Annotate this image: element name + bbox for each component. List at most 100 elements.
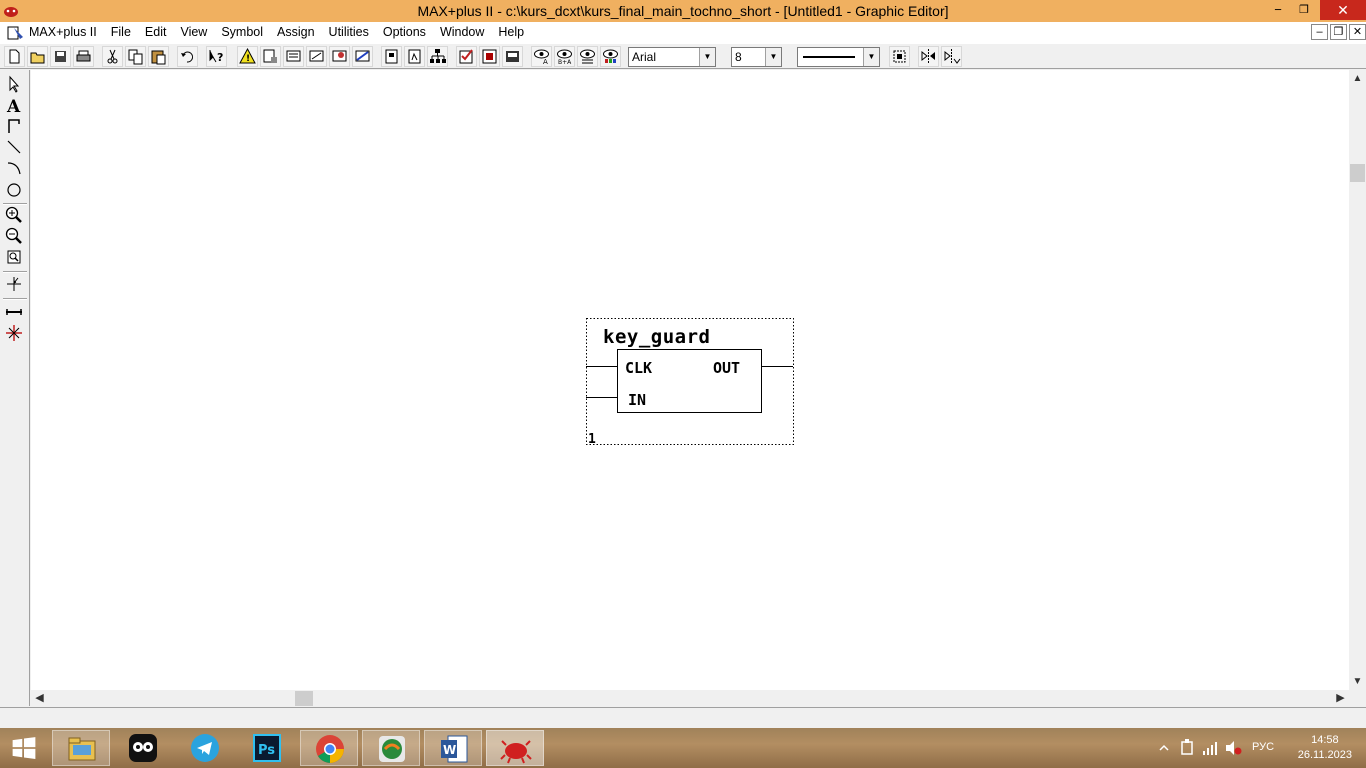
- view-pin-button[interactable]: A: [531, 46, 552, 67]
- taskbar-chrome[interactable]: [300, 730, 358, 766]
- node-cross-icon: [6, 325, 22, 341]
- hierarchy-up-button[interactable]: [260, 46, 281, 67]
- diagonal-line-tool[interactable]: [4, 137, 26, 157]
- new-file-icon: [9, 49, 20, 64]
- eye-icon: A: [534, 49, 549, 66]
- horizontal-scrollbar[interactable]: ◀ ▶: [31, 690, 1349, 707]
- rubberbanding-button[interactable]: [889, 46, 910, 67]
- simulate-button[interactable]: [479, 46, 500, 67]
- arc-tool[interactable]: [4, 158, 26, 178]
- menu-view[interactable]: View: [173, 22, 214, 43]
- pin-in-label: IN: [628, 391, 646, 409]
- signal-bars-icon[interactable]: [1202, 740, 1218, 756]
- vertical-scrollbar[interactable]: ▲ ▼: [1349, 70, 1366, 690]
- doc-minimize-button[interactable]: –: [1311, 24, 1328, 40]
- keyboard-language[interactable]: РУС: [1252, 741, 1274, 753]
- taskbar-telegram[interactable]: [176, 730, 234, 766]
- system-tray: РУС 14:58 26.11.2023: [1136, 728, 1366, 768]
- minimize-button[interactable]: −: [1264, 0, 1292, 20]
- scroll-left-arrow-icon[interactable]: ◀: [31, 690, 48, 707]
- volume-muted-icon[interactable]: [1224, 740, 1242, 756]
- rotate-button[interactable]: [941, 46, 962, 67]
- connect-nodes-tool[interactable]: [4, 302, 26, 322]
- taskbar-file-explorer[interactable]: [52, 730, 110, 766]
- horizontal-scroll-thumb[interactable]: [295, 691, 313, 706]
- line-style-dropdown-arrow-icon[interactable]: ▼: [863, 48, 879, 66]
- line-style-select[interactable]: ▼: [797, 47, 880, 67]
- svg-text:W: W: [443, 743, 456, 757]
- taskbar-word[interactable]: W: [424, 730, 482, 766]
- compiler-button[interactable]: [306, 46, 327, 67]
- taskbar-app-blackface[interactable]: [114, 730, 172, 766]
- vertical-scroll-thumb[interactable]: [1350, 164, 1365, 182]
- scroll-up-arrow-icon[interactable]: ▲: [1349, 70, 1366, 87]
- new-file-button[interactable]: [4, 46, 25, 67]
- word-icon: W: [441, 735, 468, 763]
- cut-button[interactable]: [102, 46, 123, 67]
- fit-in-window-tool[interactable]: [4, 247, 26, 267]
- menu-edit[interactable]: Edit: [138, 22, 174, 43]
- warning-button[interactable]: !: [237, 46, 258, 67]
- font-select[interactable]: Arial ▼: [628, 47, 716, 67]
- maximize-button[interactable]: ❐: [1290, 0, 1318, 20]
- doc-close-button[interactable]: ✕: [1349, 24, 1366, 40]
- graphic-editor-canvas[interactable]: key_guard CLK IN OUT 1: [31, 70, 1349, 690]
- arrow-pointer-icon: [9, 75, 20, 93]
- menu-options[interactable]: Options: [376, 22, 433, 43]
- print-button[interactable]: [73, 46, 94, 67]
- show-hidden-icons-icon[interactable]: [1159, 743, 1169, 753]
- delete-node-tool[interactable]: [4, 323, 26, 343]
- project-tree-button[interactable]: [427, 46, 448, 67]
- program-button[interactable]: [502, 46, 523, 67]
- flip-horizontal-button[interactable]: [918, 46, 939, 67]
- timing-analyzer-button[interactable]: [352, 46, 373, 67]
- simulator-button[interactable]: [329, 46, 350, 67]
- open-symbol-button[interactable]: [404, 46, 425, 67]
- menu-symbol[interactable]: Symbol: [214, 22, 270, 43]
- key-guard-symbol[interactable]: key_guard CLK IN OUT 1: [586, 318, 794, 448]
- windows-taskbar: Ps W РУС 14:58 26.11.2023: [0, 728, 1366, 768]
- zoom-in-tool[interactable]: [4, 205, 26, 225]
- close-button[interactable]: ✕: [1320, 0, 1366, 20]
- undo-button[interactable]: [177, 46, 198, 67]
- power-plug-icon[interactable]: [1179, 739, 1195, 757]
- view-color-button[interactable]: [600, 46, 621, 67]
- menu-maxplus[interactable]: MAX+plus II: [26, 22, 104, 43]
- scroll-right-arrow-icon[interactable]: ▶: [1332, 690, 1349, 707]
- doc-restore-button[interactable]: ❐: [1330, 24, 1347, 40]
- taskbar-app-green[interactable]: [362, 730, 420, 766]
- view-pin-assign-button[interactable]: B+A: [554, 46, 575, 67]
- compile-button[interactable]: [456, 46, 477, 67]
- taskbar-maxplus[interactable]: [486, 730, 544, 766]
- orthogonal-line-tool[interactable]: [4, 116, 26, 136]
- menu-help[interactable]: Help: [491, 22, 531, 43]
- start-button[interactable]: [0, 730, 50, 766]
- size-dropdown-arrow-icon[interactable]: ▼: [765, 48, 781, 66]
- clock[interactable]: 14:58 26.11.2023: [1298, 733, 1352, 763]
- font-dropdown-arrow-icon[interactable]: ▼: [699, 48, 715, 66]
- snap-to-grid-tool[interactable]: [4, 274, 26, 294]
- hierarchy-display-button[interactable]: [381, 46, 402, 67]
- circle-tool[interactable]: [4, 179, 26, 199]
- taskbar-photoshop[interactable]: Ps: [238, 730, 296, 766]
- text-tool[interactable]: A: [4, 95, 26, 115]
- menu-window[interactable]: Window: [433, 22, 491, 43]
- menu-assign[interactable]: Assign: [270, 22, 322, 43]
- view-logic-button[interactable]: [577, 46, 598, 67]
- timing-analyzer-icon: [355, 50, 370, 62]
- menu-file[interactable]: File: [104, 22, 138, 43]
- copy-button[interactable]: [125, 46, 146, 67]
- font-size-select[interactable]: 8 ▼: [731, 47, 782, 67]
- floorplan-button[interactable]: [283, 46, 304, 67]
- context-help-button[interactable]: ?: [206, 46, 227, 67]
- menu-utilities[interactable]: Utilities: [322, 22, 376, 43]
- zoom-out-tool[interactable]: [4, 226, 26, 246]
- scroll-down-arrow-icon[interactable]: ▼: [1349, 673, 1366, 690]
- save-button[interactable]: [50, 46, 71, 67]
- open-file-button[interactable]: [27, 46, 48, 67]
- selection-tool[interactable]: [4, 74, 26, 94]
- font-select-value: Arial: [632, 50, 657, 64]
- eye-color-icon: [603, 49, 618, 63]
- paste-button[interactable]: [148, 46, 169, 67]
- graphic-editor-doc-icon[interactable]: [6, 24, 26, 42]
